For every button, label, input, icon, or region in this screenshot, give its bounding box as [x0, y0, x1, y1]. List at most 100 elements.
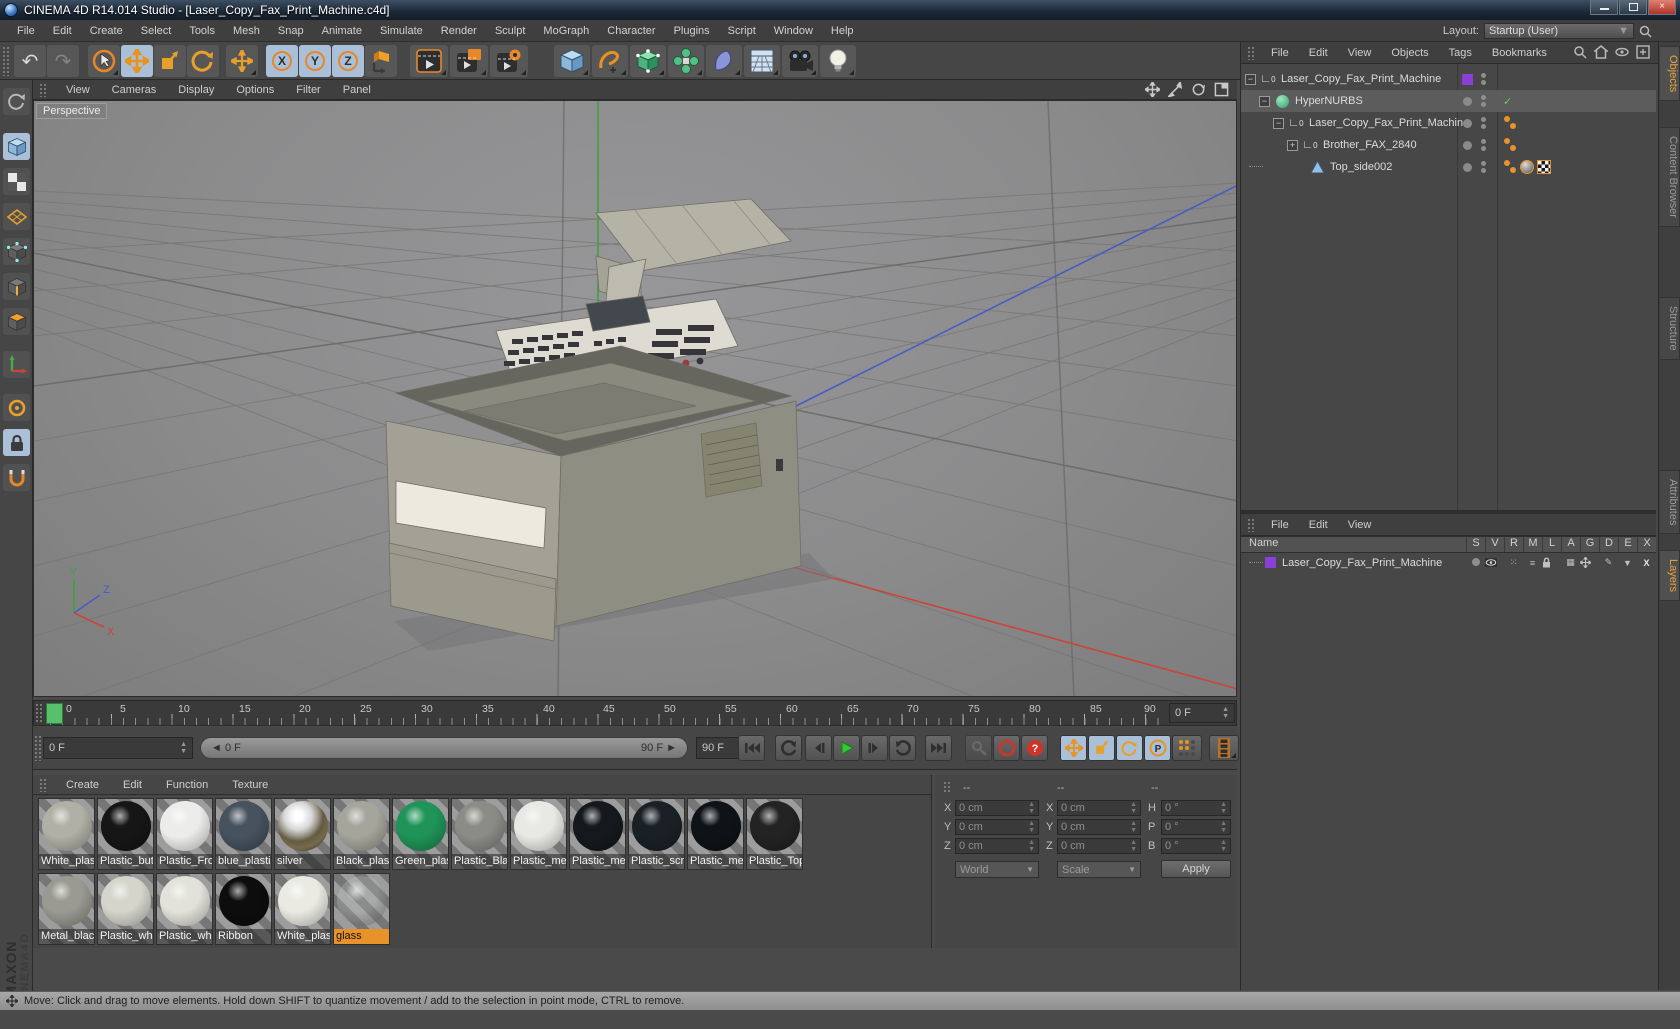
material-item[interactable]: Plastic_mer — [569, 798, 626, 870]
add-cloner-button[interactable] — [668, 45, 704, 77]
rotate-tool-button[interactable] — [187, 45, 219, 77]
key-pla-button[interactable] — [1172, 735, 1202, 761]
material-item-selected[interactable]: glass — [333, 873, 390, 945]
axis-mode-icon[interactable] — [3, 351, 30, 378]
add-camera-button[interactable] — [782, 45, 818, 77]
material-menu-create[interactable]: Create — [56, 777, 109, 793]
zoom-icon[interactable] — [1168, 82, 1183, 97]
om-menu-tags[interactable]: Tags — [1440, 45, 1481, 61]
render-to-picture-viewer-button[interactable] — [450, 45, 488, 77]
polygons-mode-icon[interactable] — [3, 308, 30, 335]
tree-row-top-side[interactable]: Top_side002 — [1241, 156, 1656, 178]
model-mode-icon[interactable] — [3, 133, 30, 160]
scale-tool-button[interactable] — [154, 45, 186, 77]
layer-header-d[interactable]: D — [1599, 537, 1618, 552]
add-hypernurbs-button[interactable] — [630, 45, 666, 77]
material-item[interactable]: silver — [274, 798, 331, 870]
play-forwards-button[interactable] — [833, 735, 860, 761]
material-item[interactable]: Metal_blac — [38, 873, 95, 945]
render-view-button[interactable] — [410, 45, 448, 77]
add-deformer-button[interactable] — [706, 45, 742, 77]
material-item[interactable]: Plastic_scre — [628, 798, 685, 870]
layer-expressions-icon[interactable]: ▼ — [1618, 558, 1637, 568]
layer-menu-file[interactable]: File — [1262, 517, 1298, 533]
visibility-dots[interactable] — [1481, 161, 1486, 173]
material-item[interactable]: Plastic_Top — [746, 798, 803, 870]
viewport-menu-cameras[interactable]: Cameras — [102, 82, 167, 98]
ruler-frame-spinner[interactable]: 0 F ▲ ▼ — [1169, 703, 1235, 723]
key-scale-button[interactable] — [1088, 735, 1115, 761]
home-icon[interactable] — [1594, 45, 1608, 59]
menu-mesh[interactable]: Mesh — [224, 22, 269, 40]
om-menu-view[interactable]: View — [1339, 45, 1381, 61]
viewport-menu-grip[interactable] — [39, 82, 48, 97]
rot-h-field[interactable]: 0 ° ▲ ▼ — [1161, 800, 1231, 816]
om-menu-bookmarks[interactable]: Bookmarks — [1483, 45, 1556, 61]
timeline-window-button[interactable] — [1209, 735, 1239, 761]
move-tool-button[interactable] — [121, 45, 153, 77]
key-rotation-button[interactable] — [1116, 735, 1143, 761]
add-spline-button[interactable] — [592, 45, 628, 77]
pos-z-field[interactable]: 0 cm ▲ ▼ — [955, 838, 1039, 854]
visibility-dots[interactable] — [1481, 73, 1486, 85]
collapse-icon[interactable]: − — [1259, 95, 1270, 107]
points-mode-icon[interactable] — [3, 238, 30, 265]
tab-objects[interactable]: Objects — [1660, 46, 1680, 102]
layer-menu-edit[interactable]: Edit — [1300, 517, 1337, 533]
orbit-icon[interactable] — [1191, 82, 1206, 97]
layer-header-l[interactable]: L — [1542, 537, 1561, 552]
menu-animate[interactable]: Animate — [313, 22, 371, 40]
menu-snap[interactable]: Snap — [269, 22, 313, 40]
coord-space-dropdown[interactable]: World ▼ — [955, 861, 1039, 878]
last-used-tool-button[interactable] — [226, 45, 258, 77]
editor-visibility-dot[interactable] — [1463, 118, 1472, 128]
material-menu-grip[interactable] — [39, 777, 48, 792]
om-grip[interactable] — [1247, 45, 1256, 60]
tab-structure[interactable]: Structure — [1660, 297, 1680, 360]
layer-header-e[interactable]: E — [1618, 537, 1637, 552]
coords-grip[interactable] — [943, 781, 952, 793]
om-menu-file[interactable]: File — [1262, 45, 1298, 61]
om-menu-edit[interactable]: Edit — [1300, 45, 1337, 61]
layer-menu-grip[interactable] — [1247, 517, 1256, 532]
layer-color-swatch[interactable] — [1462, 73, 1473, 85]
next-frame-button[interactable] — [861, 735, 888, 761]
maximize-button[interactable] — [1619, 0, 1647, 15]
menu-mograph[interactable]: MoGraph — [534, 22, 598, 40]
pan-icon[interactable] — [1145, 82, 1160, 97]
material-item[interactable]: Plastic_mer — [510, 798, 567, 870]
material-item[interactable]: Plastic_whi — [97, 873, 154, 945]
autokey-button[interactable] — [993, 735, 1020, 761]
layer-deformers-icon[interactable]: ✎ — [1599, 557, 1618, 568]
phong-tag-icon[interactable] — [1503, 138, 1517, 152]
menu-create[interactable]: Create — [81, 22, 132, 40]
lock-workplane-icon[interactable] — [3, 429, 30, 456]
lock-z-axis-button[interactable]: Z — [332, 45, 364, 77]
preview-range-slider[interactable]: ◄ 0 F 90 F ► — [200, 737, 688, 759]
live-selection-button[interactable] — [88, 45, 120, 77]
add-panel-icon[interactable] — [1636, 45, 1650, 59]
lock-y-axis-button[interactable]: Y — [299, 45, 331, 77]
material-item[interactable]: Plastic_whi — [156, 873, 213, 945]
record-key-button[interactable] — [965, 735, 992, 761]
ruler-grip[interactable] — [35, 703, 43, 723]
phong-tag-icon[interactable] — [1503, 116, 1517, 130]
viewport-menu-display[interactable]: Display — [168, 82, 224, 98]
material-item[interactable]: Ribbon — [215, 873, 272, 945]
layer-header-m[interactable]: M — [1523, 537, 1542, 552]
menu-simulate[interactable]: Simulate — [371, 22, 432, 40]
search-icon[interactable] — [1573, 45, 1587, 59]
coord-mode-dropdown[interactable]: Scale ▼ — [1057, 861, 1141, 878]
goto-start-button[interactable] — [738, 735, 765, 761]
phong-tag-icon[interactable] — [1503, 160, 1517, 174]
add-environment-button[interactable] — [744, 45, 780, 77]
material-menu-function[interactable]: Function — [156, 777, 218, 793]
viewport-menu-filter[interactable]: Filter — [286, 82, 330, 98]
previous-frame-button[interactable] — [805, 735, 832, 761]
make-editable-icon[interactable] — [3, 88, 30, 115]
viewport-menu-view[interactable]: View — [56, 82, 100, 98]
current-frame-spinner[interactable]: 0 F ▲ ▼ — [43, 737, 193, 759]
tree-row-laser-copy-child[interactable]: − ∟ 0 Laser_Copy_Fax_Print_Machine — [1241, 112, 1656, 134]
layer-header-g[interactable]: G — [1580, 537, 1599, 552]
menu-script[interactable]: Script — [719, 22, 765, 40]
